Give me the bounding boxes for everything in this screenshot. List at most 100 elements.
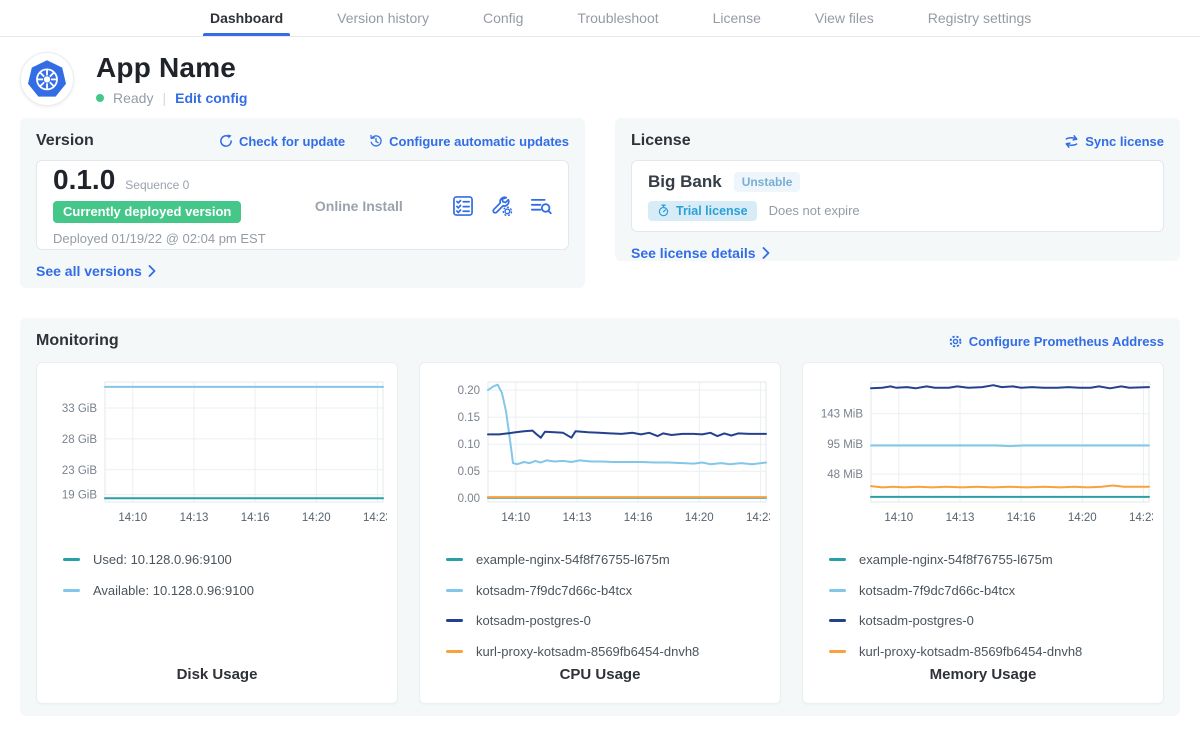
app-title: App Name [96,52,247,84]
app-logo-badge [20,52,74,106]
disk-usage-chart-card: 14:10 14:13 14:16 14:20 14:23 33 GiB 28 GiB 23 … [36,362,398,704]
svg-text:14:20: 14:20 [685,512,714,524]
legend-label: kotsadm-postgres-0 [859,613,974,628]
disk-usage-legend: Used: 10.128.0.96:9100 Available: 10.128.… [63,552,387,598]
svg-text:33 GiB: 33 GiB [62,403,97,415]
legend-item: kotsadm-7f9dc7d66c-b4tcx [446,583,770,598]
svg-text:0.20: 0.20 [458,385,480,397]
memory-usage-plot: 14:1014:1314:1614:2014:23143 MiB95 MiB48… [813,376,1153,539]
svg-text:14:20: 14:20 [302,512,331,524]
deploy-logs-icon[interactable] [530,195,552,217]
legend-item: Used: 10.128.0.96:9100 [63,552,387,567]
svg-text:143 MiB: 143 MiB [821,409,864,421]
cpu-usage-legend: example-nginx-54f8f76755-l675m kotsadm-7f… [446,552,770,659]
see-all-versions-link[interactable]: See all versions [36,263,156,279]
svg-text:95 MiB: 95 MiB [827,439,863,451]
svg-text:14:10: 14:10 [884,512,913,524]
svg-text:14:23: 14:23 [1129,512,1153,524]
preflight-checks-icon[interactable] [452,195,474,217]
legend-swatch [446,589,463,592]
cpu-usage-chart-card: 14:1014:1314:1614:2014:230.200.150.100.0… [419,362,781,704]
memory-usage-legend: example-nginx-54f8f76755-l675m kotsadm-7f… [829,552,1153,659]
tab-version-history[interactable]: Version history [310,0,456,36]
cards-row: Version Check for update Configure autom… [0,118,1200,288]
legend-label: kotsadm-7f9dc7d66c-b4tcx [859,583,1015,598]
top-navigation: DashboardVersion historyConfigTroublesho… [0,0,1200,37]
legend-label: kotsadm-7f9dc7d66c-b4tcx [476,583,632,598]
svg-text:14:10: 14:10 [501,512,530,524]
legend-item: kotsadm-7f9dc7d66c-b4tcx [829,583,1153,598]
edit-config-link[interactable]: Edit config [175,90,247,106]
svg-text:48 MiB: 48 MiB [827,469,863,481]
svg-text:14:20: 14:20 [1068,512,1097,524]
legend-swatch [446,619,463,622]
svg-text:0.15: 0.15 [458,412,480,424]
tab-config[interactable]: Config [456,0,550,36]
version-panel: Version Check for update Configure autom… [20,118,585,288]
deployed-timestamp: Deployed 01/19/22 @ 02:04 pm EST [53,231,266,246]
version-sequence: Sequence 0 [125,178,189,192]
svg-text:23 GiB: 23 GiB [62,465,97,477]
check-for-update-button[interactable]: Check for update [219,134,345,149]
svg-text:14:10: 14:10 [118,512,147,524]
svg-text:0.05: 0.05 [458,466,480,478]
stopwatch-icon [657,204,670,217]
nav-tabs: DashboardVersion historyConfigTroublesho… [183,0,1058,36]
app-status: Ready [113,90,153,106]
legend-label: Available: 10.128.0.96:9100 [93,583,254,598]
see-license-details-link[interactable]: See license details [631,245,770,261]
legend-item: kotsadm-postgres-0 [829,613,1153,628]
tab-license[interactable]: License [686,0,788,36]
kubernetes-logo-icon [27,59,67,99]
svg-text:14:13: 14:13 [946,512,975,524]
legend-swatch [829,650,846,653]
edit-config-icon[interactable] [491,195,513,217]
memory-usage-chart-card: 14:1014:1314:1614:2014:23143 MiB95 MiB48… [802,362,1164,704]
legend-item: kotsadm-postgres-0 [446,613,770,628]
configure-prometheus-button[interactable]: Configure Prometheus Address [948,334,1164,349]
chevron-right-icon [148,265,156,277]
tab-registry-settings[interactable]: Registry settings [901,0,1058,36]
cpu-usage-plot: 14:1014:1314:1614:2014:230.200.150.100.0… [430,376,770,539]
legend-item: Available: 10.128.0.96:9100 [63,583,387,598]
legend-swatch [829,589,846,592]
license-expiration: Does not expire [769,203,860,218]
sync-arrows-icon [1064,134,1079,149]
app-header: App Name Ready | Edit config [0,37,1200,118]
tab-troubleshoot[interactable]: Troubleshoot [550,0,685,36]
chart-svg: 14:1014:1314:1614:2014:23143 MiB95 MiB48… [813,376,1153,534]
svg-text:14:16: 14:16 [624,512,653,524]
legend-swatch [446,558,463,561]
svg-text:14:13: 14:13 [563,512,592,524]
legend-swatch [63,558,80,561]
charts-row: 14:10 14:13 14:16 14:20 14:23 33 GiB 28 GiB 23 … [36,362,1164,704]
legend-label: kurl-proxy-kotsadm-8569fb6454-dnvh8 [859,644,1082,659]
disk-usage-plot: 14:10 14:13 14:16 14:20 14:23 33 GiB 28 GiB 23 … [47,376,387,539]
svg-text:19 GiB: 19 GiB [62,490,97,502]
legend-swatch [63,589,80,592]
svg-text:14:16: 14:16 [241,512,270,524]
svg-text:0.00: 0.00 [458,493,480,505]
legend-item: kurl-proxy-kotsadm-8569fb6454-dnvh8 [446,644,770,659]
disk-usage-title: Disk Usage [47,666,387,685]
tab-dashboard[interactable]: Dashboard [183,0,310,36]
refresh-icon [219,134,233,148]
license-panel: License Sync license Big Bank Unstable T… [615,118,1180,261]
sync-license-button[interactable]: Sync license [1064,134,1164,149]
svg-text:0.10: 0.10 [458,439,480,451]
legend-item: example-nginx-54f8f76755-l675m [446,552,770,567]
tab-view-files[interactable]: View files [788,0,901,36]
svg-text:14:23: 14:23 [363,512,387,524]
legend-label: Used: 10.128.0.96:9100 [93,552,232,567]
monitoring-panel: Monitoring Configure Prometheus Address … [20,318,1180,716]
chevron-right-icon [762,247,770,259]
legend-label: example-nginx-54f8f76755-l675m [859,552,1053,567]
svg-text:28 GiB: 28 GiB [62,434,97,446]
legend-label: example-nginx-54f8f76755-l675m [476,552,670,567]
svg-text:14:13: 14:13 [180,512,209,524]
legend-item: kurl-proxy-kotsadm-8569fb6454-dnvh8 [829,644,1153,659]
channel-badge: Unstable [734,172,801,192]
status-dot [96,94,104,102]
configure-automatic-updates-button[interactable]: Configure automatic updates [369,134,569,149]
legend-label: kotsadm-postgres-0 [476,613,591,628]
